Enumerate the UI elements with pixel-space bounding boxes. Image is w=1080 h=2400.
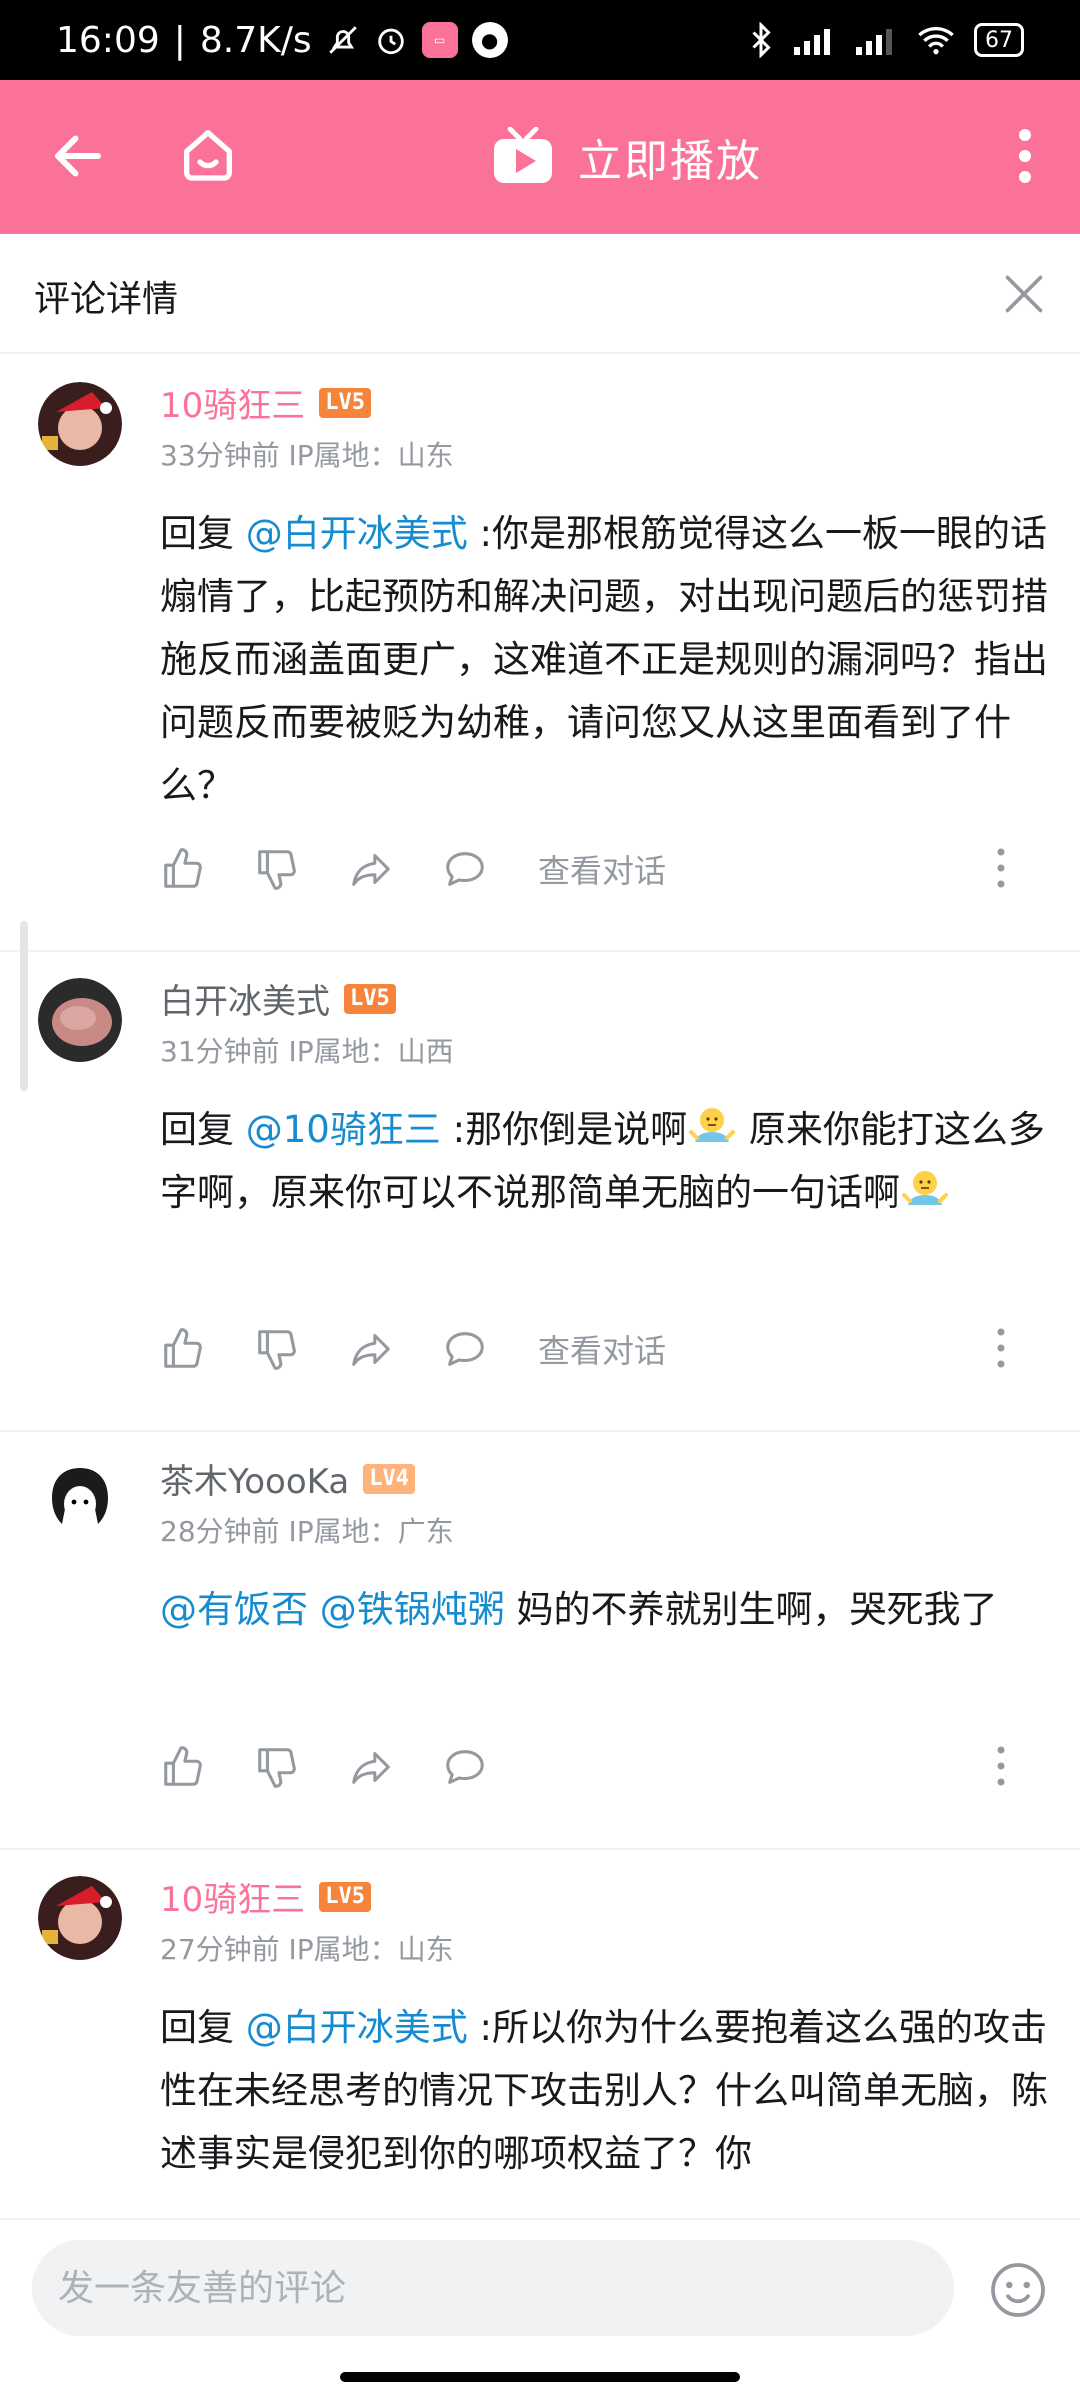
bluetooth-icon [748,22,774,58]
comment-input-bar [0,2218,1080,2400]
dislike-icon[interactable] [254,846,300,892]
comment-item: 10骑狂三 LV5 33分钟前 IP属地：山东 回复 @白开冰美式 :你是那根筋… [0,356,1080,952]
more-vertical-icon[interactable] [1010,126,1040,186]
comment-actions [160,1744,536,1790]
comment-item: 茶木YoooKa LV4 28分钟前 IP属地：广东 @有饭否 @铁锅炖粥 妈的… [0,1432,1080,1850]
panel-header: 评论详情 [0,234,1080,354]
share-icon[interactable] [348,1744,394,1790]
comment-input[interactable] [32,2240,954,2336]
username[interactable]: 10骑狂三 [160,378,305,427]
view-conversation-link[interactable]: 查看对话 [538,846,666,892]
like-icon[interactable] [160,1744,206,1790]
close-icon[interactable] [1002,272,1046,316]
comment-more-icon[interactable] [996,846,1006,890]
mention-link[interactable]: @白开冰美式 [246,512,468,555]
alarm-icon [374,23,408,57]
comment-text[interactable]: 回复 @10骑狂三 :那你倒是说啊 原来你能打这么多字啊，原来你可以不说那简单无… [160,1098,1050,1224]
level-badge: LV5 [319,387,372,418]
status-time: 16:09 [56,19,160,61]
comment-meta: 27分钟前 IP属地：山东 [160,1933,454,1966]
mention-link[interactable]: @有饭否 [160,1588,308,1631]
scroll-indicator [20,921,28,1091]
panel-title: 评论详情 [34,279,179,320]
comment-text[interactable]: @有饭否 @铁锅炖粥 妈的不养就别生啊，哭死我了 [160,1578,1050,1641]
play-now-button[interactable]: 立即播放 [490,122,762,192]
bilibili-app-icon: ▭ [421,22,458,58]
comment-more-icon[interactable] [996,1744,1006,1788]
mention-link[interactable]: @铁锅炖粥 [320,1588,505,1631]
avatar[interactable] [38,978,122,1062]
gesture-home-indicator [340,2372,740,2382]
comment-more-icon[interactable] [996,1326,1006,1370]
username[interactable]: 茶木YoooKa [160,1454,349,1503]
like-icon[interactable] [160,846,206,892]
comment-list[interactable]: 10骑狂三 LV5 33分钟前 IP属地：山东 回复 @白开冰美式 :你是那根筋… [0,356,1080,2218]
comment-meta: 28分钟前 IP属地：广东 [160,1515,454,1548]
dislike-icon[interactable] [254,1744,300,1790]
view-conversation-link[interactable]: 查看对话 [538,1326,666,1372]
battery-indicator: 67 [974,23,1024,57]
share-icon[interactable] [348,1326,394,1372]
dislike-icon[interactable] [254,1326,300,1372]
status-net-speed: 8.7K/s [199,19,312,61]
signal-icon-1 [792,23,836,57]
top-app-bar: 立即播放 [0,80,1080,234]
mention-link[interactable]: @10骑狂三 [246,1108,441,1151]
level-badge: LV4 [363,1463,415,1494]
back-arrow-icon[interactable] [48,126,108,186]
username[interactable]: 10骑狂三 [160,1872,305,1921]
avatar[interactable] [38,1458,122,1542]
like-icon[interactable] [160,1326,206,1372]
level-badge: LV5 [319,1881,372,1912]
emoji-picker-icon[interactable] [988,2260,1048,2320]
signal-icon-2 [854,23,898,57]
play-now-label: 立即播放 [578,136,762,187]
reply-bubble-icon[interactable] [442,1744,488,1790]
shrug-emoji-icon [902,1171,948,1205]
comment-text[interactable]: 回复 @白开冰美式 :所以你为什么要抱着这么强的攻击性在未经思考的情况下攻击别人… [160,1996,1050,2185]
comment-item: 白开冰美式 LV5 31分钟前 IP属地：山西 回复 @10骑狂三 :那你倒是说… [0,952,1080,1432]
comment-text[interactable]: 回复 @白开冰美式 :你是那根筋觉得这么一板一眼的话煽情了，比起预防和解决问题，… [160,502,1050,817]
shrug-emoji-icon [689,1108,736,1142]
avatar[interactable] [38,1876,122,1960]
qq-app-icon: ● [471,22,508,58]
home-icon[interactable] [176,122,240,186]
avatar[interactable] [38,382,122,466]
reply-bubble-icon[interactable] [442,1326,488,1372]
status-bar: 16:09 | 8.7K/s ▭ ● 67 [0,0,1080,80]
tv-play-icon [494,127,552,183]
mute-bell-icon [326,23,360,57]
comment-item: 10骑狂三 LV5 27分钟前 IP属地：山东 回复 @白开冰美式 :所以你为什… [0,1850,1080,2218]
wifi-icon [916,23,956,57]
username[interactable]: 白开冰美式 [160,974,330,1023]
share-icon[interactable] [348,846,394,892]
comment-meta: 33分钟前 IP属地：山东 [160,439,454,472]
comment-actions: 查看对话 [160,846,666,892]
reply-bubble-icon[interactable] [442,846,488,892]
comment-actions: 查看对话 [160,1326,666,1372]
mention-link[interactable]: @白开冰美式 [246,2006,468,2049]
comment-meta: 31分钟前 IP属地：山西 [160,1035,454,1068]
level-badge: LV5 [344,983,396,1014]
